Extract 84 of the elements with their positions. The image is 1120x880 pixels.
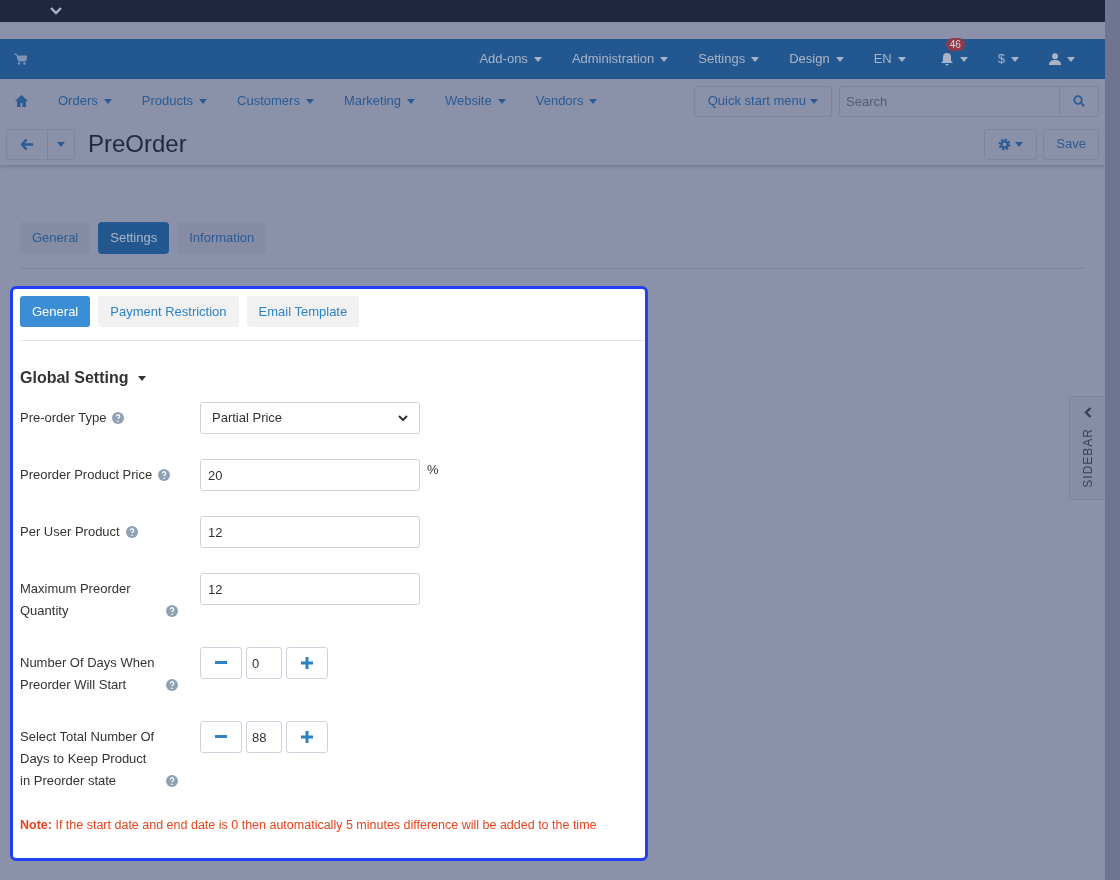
nav-menu-button[interactable]: Products [141, 91, 208, 111]
sidebar-toggle[interactable]: SIDEBAR [1069, 396, 1105, 500]
cart-icon[interactable] [14, 53, 27, 65]
settings-icon [998, 137, 1012, 151]
settings-dropdown-button[interactable] [984, 128, 1038, 160]
quick-start-menu-button[interactable]: Quick start menu [693, 85, 832, 117]
help-icon [166, 775, 178, 787]
tab[interactable]: General [20, 222, 91, 254]
text-field[interactable]: 12 [200, 573, 420, 605]
caret-icon [751, 56, 760, 62]
help-icon [166, 679, 178, 691]
caret-icon [533, 56, 542, 62]
chevron-down-icon[interactable] [50, 7, 62, 15]
chevron-left-icon [1083, 407, 1092, 418]
save-button[interactable]: Save [1043, 128, 1099, 160]
nav-menu-button[interactable]: Marketing [343, 91, 415, 111]
search-icon [1073, 95, 1085, 107]
caret-icon [1011, 56, 1019, 62]
help-icon [125, 526, 138, 538]
text-field[interactable]: 20 [200, 459, 420, 491]
user-menu-button[interactable] [1049, 53, 1075, 65]
note-text: Note: If the start date and end date is 0 then automatically 5 minutes difference will be added to the time [20, 817, 598, 834]
increment-button[interactable] [286, 721, 328, 753]
caret-icon [138, 375, 147, 381]
nav-menu-button[interactable]: Customers [237, 91, 314, 111]
section-toggle[interactable]: Global Setting [20, 366, 147, 390]
tab[interactable]: Payment Restriction [98, 296, 239, 327]
increment-button[interactable] [286, 647, 328, 679]
help-icon [158, 469, 171, 481]
tab[interactable]: Information [177, 222, 267, 254]
user-icon [1049, 53, 1061, 65]
caret-icon [305, 98, 314, 104]
nav-menu-button[interactable]: Website [445, 91, 506, 111]
bell-icon [939, 52, 954, 66]
field-label: Pre-order Type [20, 409, 107, 427]
caret-icon [835, 56, 844, 62]
help-icon [112, 412, 125, 424]
search-button[interactable] [1060, 85, 1099, 117]
minus-icon [215, 661, 227, 665]
caret-icon [57, 141, 65, 147]
menu-button[interactable]: Administration [571, 49, 669, 69]
tab[interactable]: Settings [98, 222, 170, 254]
chevron-down-icon [398, 414, 408, 422]
field-label: Maximum Preorder Quantity [20, 580, 132, 620]
text-field[interactable]: 12 [200, 516, 420, 548]
caret-icon [103, 98, 112, 104]
caret-icon [1067, 56, 1075, 62]
number-field[interactable]: 0 [246, 647, 282, 679]
field-label: Select Total Number Of Days to Keep Product in Preorder state [20, 728, 156, 790]
caret-icon [959, 56, 968, 62]
number-field[interactable]: 88 [246, 721, 282, 753]
caret-icon [589, 98, 598, 104]
help-icon [166, 605, 178, 617]
minus-icon [215, 735, 227, 739]
caret-icon [1015, 141, 1024, 147]
select-field[interactable]: Partial Price [200, 402, 420, 434]
menu-button[interactable]: EN [873, 49, 906, 69]
search-field[interactable]: Search [839, 85, 1060, 117]
field-label: Number Of Days When Preorder Will Start [20, 654, 156, 694]
menu-button[interactable]: Settings [698, 49, 760, 69]
plus-icon [301, 731, 313, 743]
arrow-left-icon [21, 138, 33, 150]
caret-icon [660, 56, 669, 62]
nav-menu-button[interactable]: Orders [58, 91, 112, 111]
caret-icon [897, 56, 906, 62]
caret-icon [810, 98, 818, 104]
decrement-button[interactable] [200, 721, 242, 753]
notification-count: 46 [945, 38, 965, 51]
decrement-button[interactable] [200, 647, 242, 679]
nav-menu-button[interactable]: Vendors [535, 91, 598, 111]
tab[interactable]: Email Template [246, 296, 360, 327]
caret-icon [407, 98, 415, 104]
caret-icon [497, 98, 506, 104]
field-label: Per User Product [20, 523, 120, 541]
menu-button[interactable]: Add-ons [479, 49, 542, 69]
unit-label: % [427, 461, 439, 479]
caret-icon [199, 98, 208, 104]
home-icon[interactable] [15, 95, 28, 107]
menu-button[interactable]: Design [789, 49, 844, 69]
page-title: PreOrder [88, 129, 187, 159]
plus-icon [301, 657, 313, 669]
currency-button[interactable]: $ [997, 49, 1019, 69]
field-label: Preorder Product Price [20, 466, 153, 484]
tab[interactable]: General [20, 296, 91, 327]
